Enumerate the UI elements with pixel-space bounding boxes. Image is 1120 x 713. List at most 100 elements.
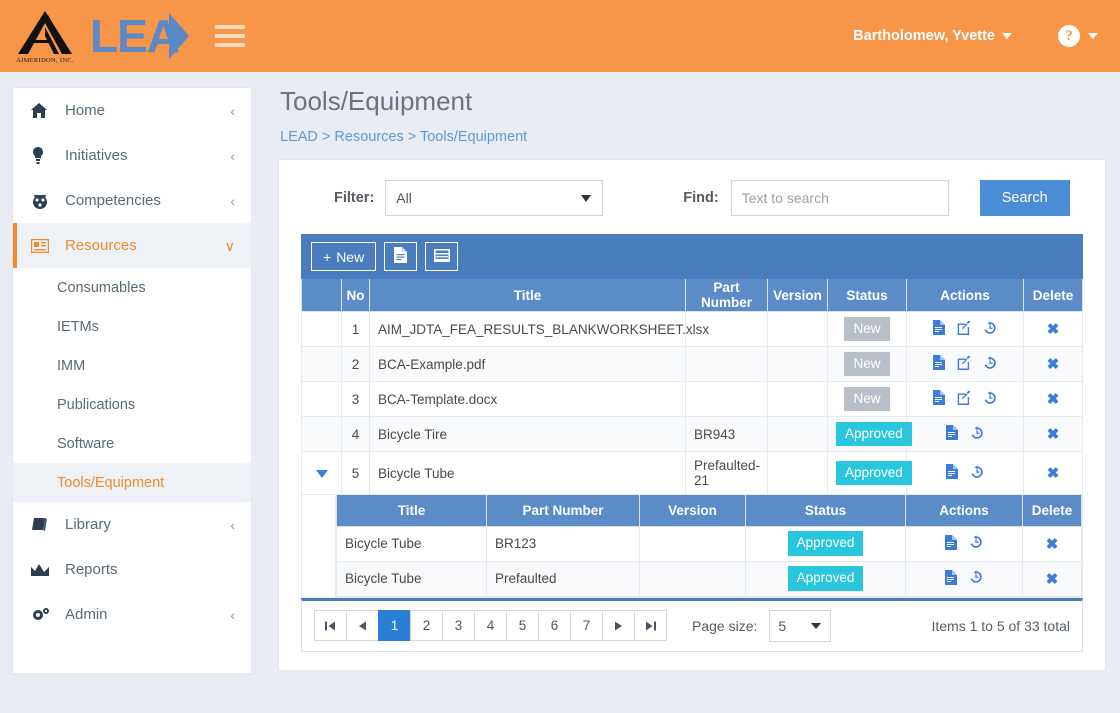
sidebar-item-consumables[interactable]: Consumables (13, 268, 251, 307)
breadcrumb[interactable]: LEAD > Resources > Tools/Equipment (280, 129, 1106, 145)
pagination-page-2[interactable]: 2 (410, 610, 443, 641)
grid-view-icon (433, 248, 450, 265)
pagination-prev-button[interactable] (346, 610, 379, 641)
delete-icon[interactable]: ✖ (1047, 321, 1060, 338)
sidebar-item-resources[interactable]: Resources ∨ (13, 223, 251, 268)
sidebar-item-software[interactable]: Software (13, 424, 251, 463)
delete-icon[interactable]: ✖ (1047, 426, 1060, 443)
prev-page-icon (359, 621, 366, 630)
next-page-icon (615, 621, 622, 630)
delete-icon[interactable]: ✖ (1047, 465, 1060, 482)
status-badge: Approved (836, 460, 912, 486)
sidebar-item-library[interactable]: Library ‹ (13, 502, 251, 547)
row-version (767, 346, 828, 382)
sidebar-item-reports[interactable]: Reports (13, 547, 251, 592)
document-icon[interactable] (946, 425, 958, 440)
status-badge: Approved (787, 566, 864, 591)
nested-row-status: Approved (745, 525, 906, 562)
sidebar-item-ietms[interactable]: IETMs (13, 307, 251, 346)
history-icon[interactable] (970, 464, 984, 479)
user-menu[interactable]: Bartholomew, Yvette (853, 28, 1012, 44)
history-icon[interactable] (983, 320, 997, 335)
nested-table-row: Bicycle Tube BR123 Approved ✖ (336, 525, 1082, 562)
row-no: 3 (341, 381, 370, 417)
document-icon[interactable] (945, 534, 957, 550)
pagination-page-3[interactable]: 3 (442, 610, 475, 641)
row-expand-cell (301, 311, 342, 347)
delete-icon[interactable]: ✖ (1047, 391, 1060, 408)
new-button[interactable]: + New (311, 242, 377, 271)
edit-icon[interactable] (957, 390, 971, 405)
edit-icon[interactable] (957, 355, 971, 370)
sidebar-item-home[interactable]: Home ‹ (13, 88, 251, 133)
hamburger-menu-icon[interactable] (215, 25, 245, 47)
hamburger-bar (215, 34, 245, 38)
table-body: 1 AIM_JDTA_FEA_RESULTS_BLANKWORKSHEET.xl… (301, 311, 1083, 598)
nested-row-part-number: Prefaulted (486, 560, 640, 597)
edit-icon[interactable] (957, 320, 971, 335)
history-icon[interactable] (970, 425, 984, 440)
search-input[interactable] (730, 180, 949, 216)
sub-items-table: Title Part Number Version Status Actions… (336, 495, 1082, 597)
document-icon[interactable] (946, 464, 958, 479)
row-delete: ✖ (1023, 381, 1083, 417)
delete-icon[interactable]: ✖ (1047, 356, 1060, 373)
pagination-first-button[interactable] (314, 610, 347, 641)
document-icon[interactable] (933, 390, 945, 405)
action-icon-group (946, 425, 984, 440)
status-badge: Approved (836, 421, 912, 447)
sidebar-subitem-label: IMM (57, 357, 86, 374)
delete-icon[interactable]: ✖ (1046, 536, 1059, 553)
pagination-total-label: Items 1 to 5 of 33 total (931, 617, 1070, 634)
column-header-version: Version (767, 279, 828, 312)
sidebar-item-publications[interactable]: Publications (13, 385, 251, 424)
nested-row-title: Bicycle Tube (336, 560, 487, 597)
table-row: 4 Bicycle Tire BR943 Approved ✖ (301, 416, 1083, 452)
row-expand-cell[interactable] (301, 451, 342, 495)
sidebar-item-initiatives[interactable]: Initiatives ‹ (13, 133, 251, 178)
sidebar-nav: Home ‹ Initiatives ‹ Competencies ‹ Reso… (12, 87, 252, 674)
document-icon[interactable] (933, 355, 945, 370)
filter-select[interactable]: All (385, 180, 604, 216)
sidebar-item-admin[interactable]: Admin ‹ (13, 592, 251, 637)
table-row: 1 AIM_JDTA_FEA_RESULTS_BLANKWORKSHEET.xl… (301, 311, 1083, 347)
sidebar-item-imm[interactable]: IMM (13, 346, 251, 385)
grid-view-button[interactable] (425, 242, 459, 271)
gears-icon (31, 607, 55, 623)
expand-collapse-icon[interactable] (315, 469, 328, 478)
history-icon[interactable] (969, 570, 983, 584)
export-document-button[interactable] (384, 242, 418, 271)
lead-arrow-icon (169, 13, 189, 59)
document-icon[interactable] (945, 569, 957, 585)
new-button-label: New (336, 248, 365, 265)
pagination-page-5[interactable]: 5 (506, 610, 539, 641)
search-button[interactable]: Search (979, 180, 1070, 216)
row-status: Approved (827, 416, 912, 452)
history-icon[interactable] (983, 390, 997, 405)
sidebar-item-label: Library (65, 516, 111, 533)
chevron-left-icon: ‹ (230, 606, 235, 623)
row-actions (906, 451, 1024, 495)
page-size-select[interactable]: 5 (769, 609, 832, 642)
sidebar-item-tools-equipment[interactable]: Tools/Equipment (13, 463, 251, 502)
user-name-label: Bartholomew, Yvette (853, 28, 995, 44)
sidebar-item-competencies[interactable]: Competencies ‹ (13, 178, 251, 223)
column-header-status: Status (827, 279, 907, 312)
history-icon[interactable] (983, 355, 997, 370)
document-icon[interactable] (933, 320, 945, 335)
nested-table-header-row: Title Part Number Version Status Actions… (336, 495, 1082, 527)
nested-column-header-delete: Delete (1022, 495, 1082, 527)
pagination-next-button[interactable] (602, 610, 635, 641)
nested-detail-wrapper: Title Part Number Version Status Actions… (302, 495, 1082, 597)
pagination-page-6[interactable]: 6 (538, 610, 571, 641)
delete-icon[interactable]: ✖ (1046, 571, 1059, 588)
help-menu[interactable]: ? (1058, 25, 1098, 47)
sidebar-subitem-label: Publications (57, 396, 136, 413)
pagination-page-1[interactable]: 1 (378, 610, 411, 641)
row-status: New (827, 381, 907, 417)
pagination-last-button[interactable] (634, 610, 667, 641)
pagination-page-7[interactable]: 7 (570, 610, 603, 641)
history-icon[interactable] (969, 535, 983, 549)
pagination-page-4[interactable]: 4 (474, 610, 507, 641)
chevron-down-icon (581, 194, 592, 202)
